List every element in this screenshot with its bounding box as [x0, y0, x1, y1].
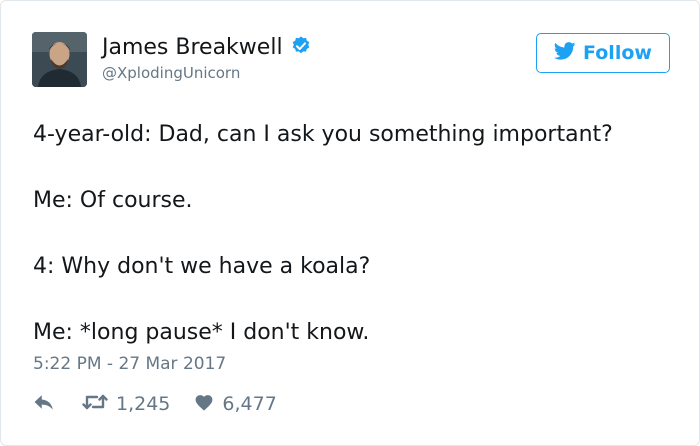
- author-name[interactable]: James Breakwell: [102, 35, 283, 61]
- like-button[interactable]: 6,477: [194, 393, 277, 415]
- author-name-row: James Breakwell: [102, 35, 312, 61]
- tweet-line: Me: Of course.: [33, 188, 193, 213]
- retweet-count: 1,245: [116, 393, 171, 415]
- follow-button[interactable]: Follow: [536, 33, 670, 73]
- author-handle[interactable]: @XplodingUnicorn: [102, 64, 240, 82]
- tweet-line: Me: *long pause* I don't know.: [33, 320, 370, 345]
- avatar-image: [32, 32, 87, 87]
- tweet-line: 4-year-old: Dad, can I ask you something…: [33, 122, 613, 147]
- reply-button[interactable]: [33, 393, 55, 415]
- tweet-line: 4: Why don't we have a koala?: [33, 254, 371, 279]
- heart-icon: [194, 393, 214, 415]
- like-count: 6,477: [222, 393, 277, 415]
- tweet-actions: 1,245 6,477: [33, 391, 277, 417]
- tweet-timestamp[interactable]: 5:22 PM - 27 Mar 2017: [33, 353, 226, 375]
- tweet-text: 4-year-old: Dad, can I ask you something…: [33, 118, 683, 349]
- tweet-card: James Breakwell @XplodingUnicorn Follow …: [0, 0, 700, 446]
- retweet-button[interactable]: 1,245: [82, 392, 170, 416]
- retweet-icon: [82, 392, 108, 416]
- avatar[interactable]: [32, 32, 87, 87]
- follow-button-label: Follow: [583, 42, 652, 64]
- reply-icon: [33, 393, 55, 415]
- verified-badge-icon: [290, 35, 312, 61]
- twitter-bird-icon: [553, 42, 576, 64]
